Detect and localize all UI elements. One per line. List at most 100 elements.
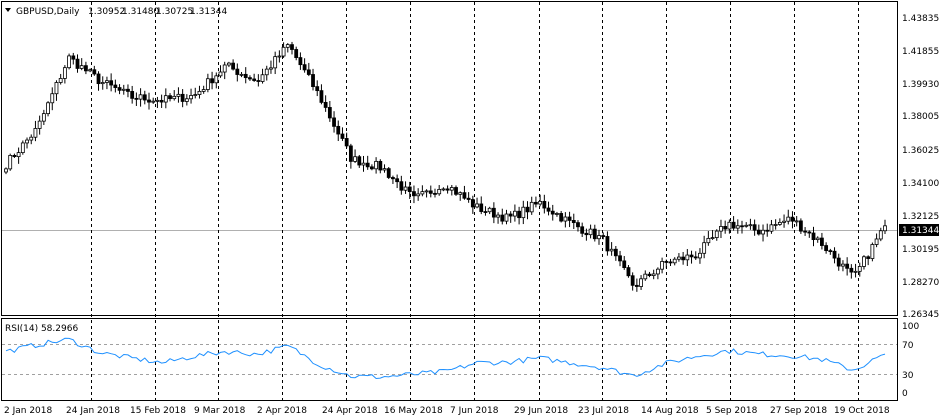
candle	[487, 206, 492, 215]
price-tick: 1.26345	[902, 310, 939, 320]
candle	[693, 251, 698, 260]
candle	[218, 65, 223, 78]
price-axis[interactable]: 1.43835 1.41855 1.39930 1.38005 1.36025 …	[899, 14, 939, 320]
candle	[529, 196, 534, 215]
candle	[189, 88, 193, 104]
candle	[592, 224, 597, 242]
time-axis[interactable]: 2 Jan 2018 24 Jan 2018 15 Feb 2018 9 Mar…	[4, 406, 890, 416]
candle	[462, 185, 467, 200]
price-tick: 1.43835	[902, 14, 939, 24]
candle	[491, 202, 496, 224]
time-label: 24 Apr 2018	[322, 406, 378, 416]
candle	[668, 258, 673, 266]
candle	[327, 100, 332, 122]
price-tick: 1.34100	[902, 179, 939, 189]
candle	[231, 59, 236, 71]
candle	[277, 50, 282, 63]
symbol-header: GBPUSD,Daily	[16, 7, 80, 17]
candle	[626, 265, 631, 278]
candle	[454, 185, 458, 196]
candle	[672, 257, 677, 266]
candle	[214, 72, 219, 89]
candle	[870, 242, 875, 262]
candle	[761, 224, 765, 242]
price-tick: 1.38005	[902, 112, 939, 122]
candle	[222, 61, 227, 80]
candle	[201, 85, 206, 94]
candle	[609, 242, 614, 256]
candle	[12, 153, 17, 158]
candle	[403, 181, 408, 194]
candle	[782, 214, 786, 228]
period-separators	[91, 2, 859, 400]
candle	[752, 219, 757, 236]
candle	[109, 73, 114, 92]
candle	[740, 220, 744, 234]
candle	[256, 74, 261, 87]
candle	[184, 94, 189, 106]
candle	[311, 68, 315, 91]
candle	[315, 80, 320, 97]
candle	[555, 211, 559, 217]
price-tick: 1.39930	[902, 80, 939, 90]
candle	[290, 41, 294, 55]
candle	[563, 212, 568, 228]
candle	[567, 211, 572, 228]
rsi-tick: 0	[902, 389, 908, 399]
candle	[832, 247, 837, 264]
candle	[769, 219, 774, 234]
candle	[395, 174, 400, 189]
candle	[147, 92, 151, 110]
candle	[79, 58, 84, 71]
candle	[824, 242, 829, 254]
candle	[205, 73, 210, 93]
time-label: 15 Feb 2018	[130, 406, 186, 416]
triangle-down-icon[interactable]	[5, 8, 11, 12]
chart-window[interactable]: GBPUSD,Daily 1.30952 1.31480 1.30725 1.3…	[0, 0, 940, 420]
candle	[655, 267, 660, 280]
candle	[159, 94, 164, 108]
candle	[344, 132, 349, 149]
time-label: 2 Apr 2018	[257, 406, 307, 416]
candle	[883, 219, 887, 234]
candle	[853, 263, 858, 278]
candle	[643, 270, 648, 281]
candle	[264, 65, 269, 81]
time-label: 2 Jan 2018	[4, 406, 52, 416]
candle	[559, 210, 564, 223]
candle	[664, 259, 669, 269]
candle	[227, 61, 231, 68]
candle	[803, 227, 807, 236]
candle	[765, 223, 770, 237]
candle	[639, 275, 643, 290]
ohlc-low: 1.30725	[156, 7, 193, 17]
candle	[151, 97, 156, 104]
candle	[731, 216, 736, 231]
rsi-axis[interactable]: 100 70 30 0	[902, 322, 919, 399]
candle	[719, 219, 723, 239]
candle	[571, 213, 576, 230]
candle	[16, 147, 21, 164]
candle	[576, 220, 580, 232]
candles-series	[4, 41, 887, 292]
candle	[340, 127, 345, 141]
candle	[500, 208, 505, 225]
candle	[416, 188, 421, 201]
candle	[252, 73, 257, 82]
candle	[815, 236, 820, 243]
candle	[323, 95, 328, 112]
candle	[105, 76, 109, 90]
candle	[475, 197, 479, 209]
candle	[348, 143, 353, 169]
candle	[445, 185, 450, 194]
time-label: 27 Sep 2018	[770, 406, 827, 416]
candle	[84, 61, 88, 75]
candle	[517, 206, 522, 225]
candle	[744, 222, 749, 228]
candle	[433, 188, 437, 198]
candle	[525, 201, 530, 220]
candle	[470, 195, 475, 214]
candle	[420, 185, 425, 197]
candle	[412, 185, 416, 204]
candle	[361, 155, 366, 172]
